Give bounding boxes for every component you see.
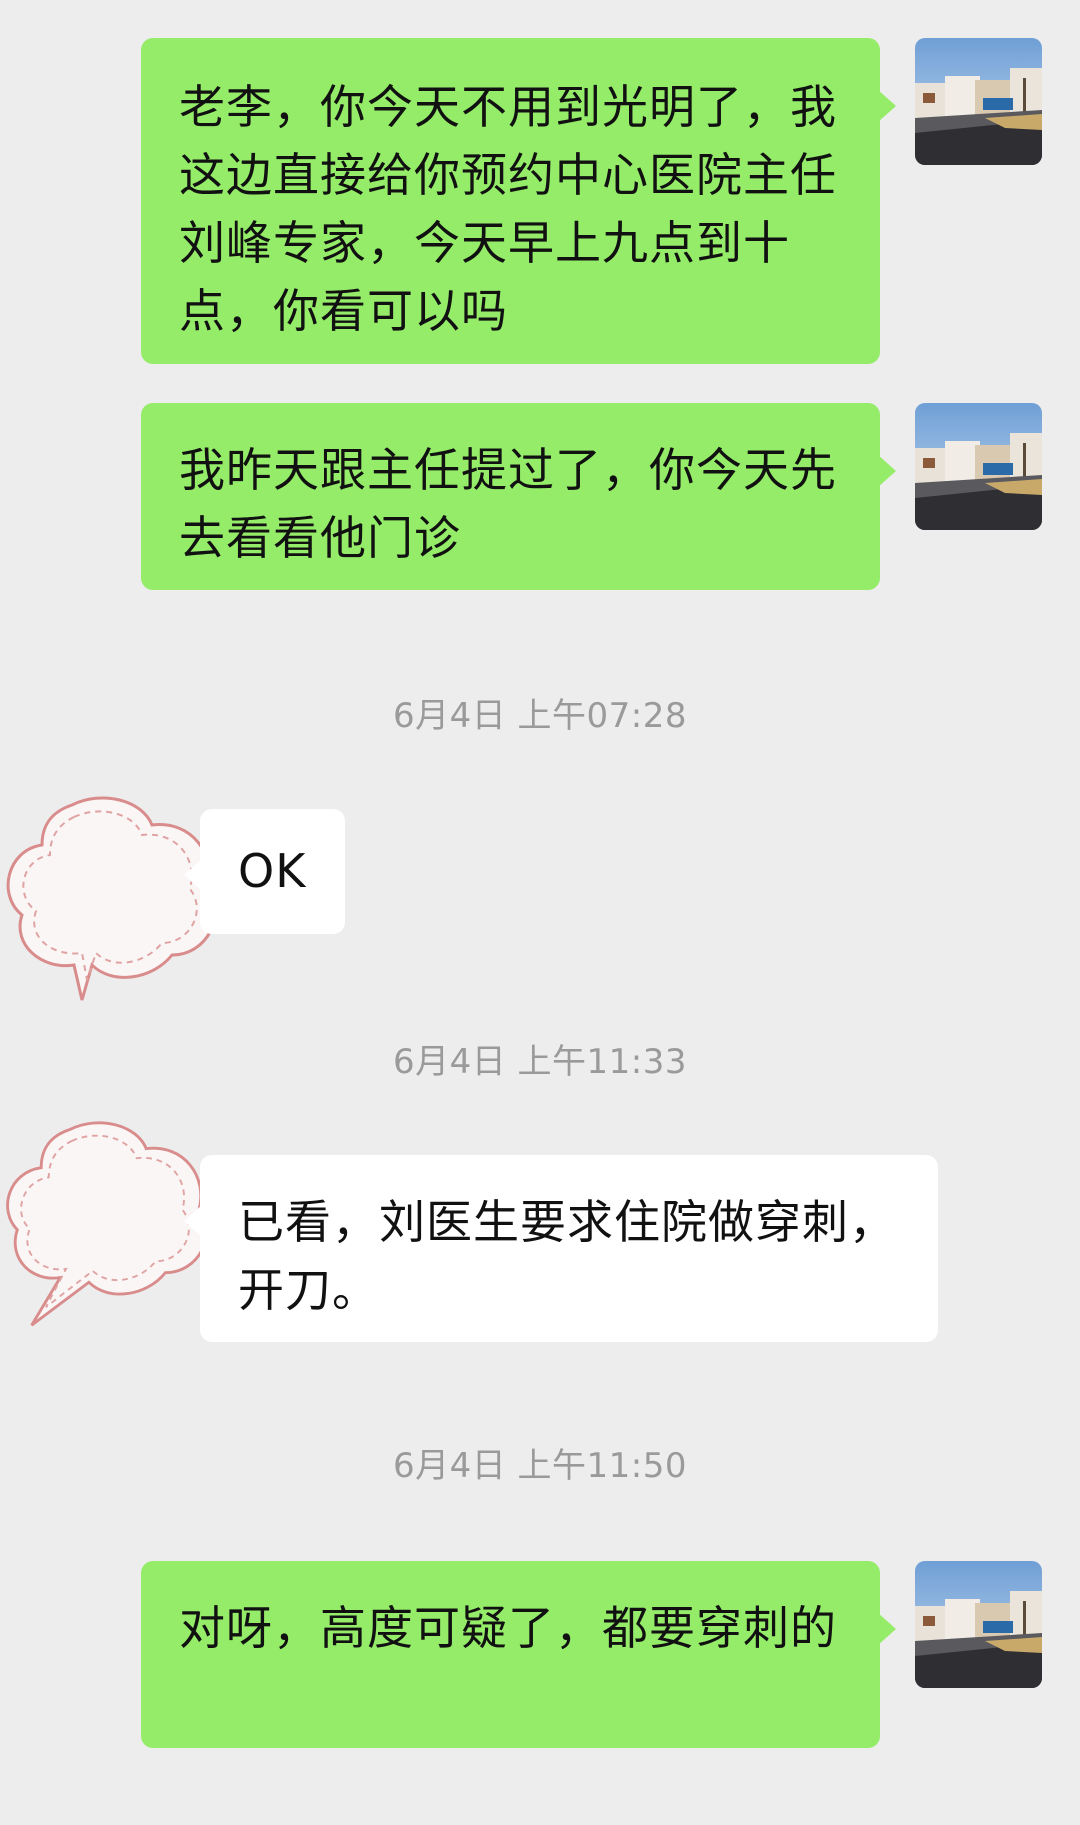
- bubble-tail: [184, 1205, 202, 1237]
- bubble-tail: [184, 859, 202, 891]
- self-avatar[interactable]: [915, 403, 1042, 530]
- message-text: OK: [238, 844, 307, 898]
- self-avatar[interactable]: [915, 1561, 1042, 1688]
- self-avatar[interactable]: [915, 38, 1042, 165]
- incoming-message-bubble[interactable]: OK: [184, 809, 345, 934]
- message-timestamp: 6月4日 上午11:50: [392, 1446, 688, 1486]
- contact-avatar[interactable]: [2, 795, 222, 1005]
- street-photo-icon: [915, 38, 1042, 165]
- bubble-tail: [878, 1613, 896, 1645]
- outgoing-message-bubble[interactable]: 我昨天跟主任提过了，你今天先去看看他门诊: [141, 403, 896, 590]
- chat-conversation: 老李，你今天不用到光明了，我这边直接给你预约中心医院主任刘峰专家，今天早上九点到…: [0, 0, 1080, 1825]
- message-text: 老李，你今天不用到光明了，我这边直接给你预约中心医院主任刘峰专家，今天早上九点到…: [179, 80, 837, 338]
- message-timestamp: 6月4日 上午07:28: [392, 696, 688, 736]
- cloud-sticker-icon: [6, 796, 217, 1001]
- street-photo-icon: [915, 1561, 1042, 1688]
- message-text: 我昨天跟主任提过了，你今天先去看看他门诊: [179, 443, 837, 565]
- message-timestamp: 6月4日 上午11:33: [392, 1042, 688, 1082]
- bubble-tail: [878, 455, 896, 487]
- street-photo-icon: [915, 403, 1042, 530]
- outgoing-message-bubble[interactable]: 老李，你今天不用到光明了，我这边直接给你预约中心医院主任刘峰专家，今天早上九点到…: [141, 38, 896, 364]
- incoming-message-bubble[interactable]: 已看，刘医生要求住院做穿刺，开刀。: [184, 1155, 938, 1342]
- message-text: 对呀，高度可疑了，都要穿刺的: [179, 1601, 837, 1655]
- message-text: 已看，刘医生要求住院做穿刺，开刀。: [238, 1195, 896, 1317]
- bubble-tail: [878, 90, 896, 122]
- outgoing-message-bubble[interactable]: 对呀，高度可疑了，都要穿刺的: [141, 1561, 896, 1748]
